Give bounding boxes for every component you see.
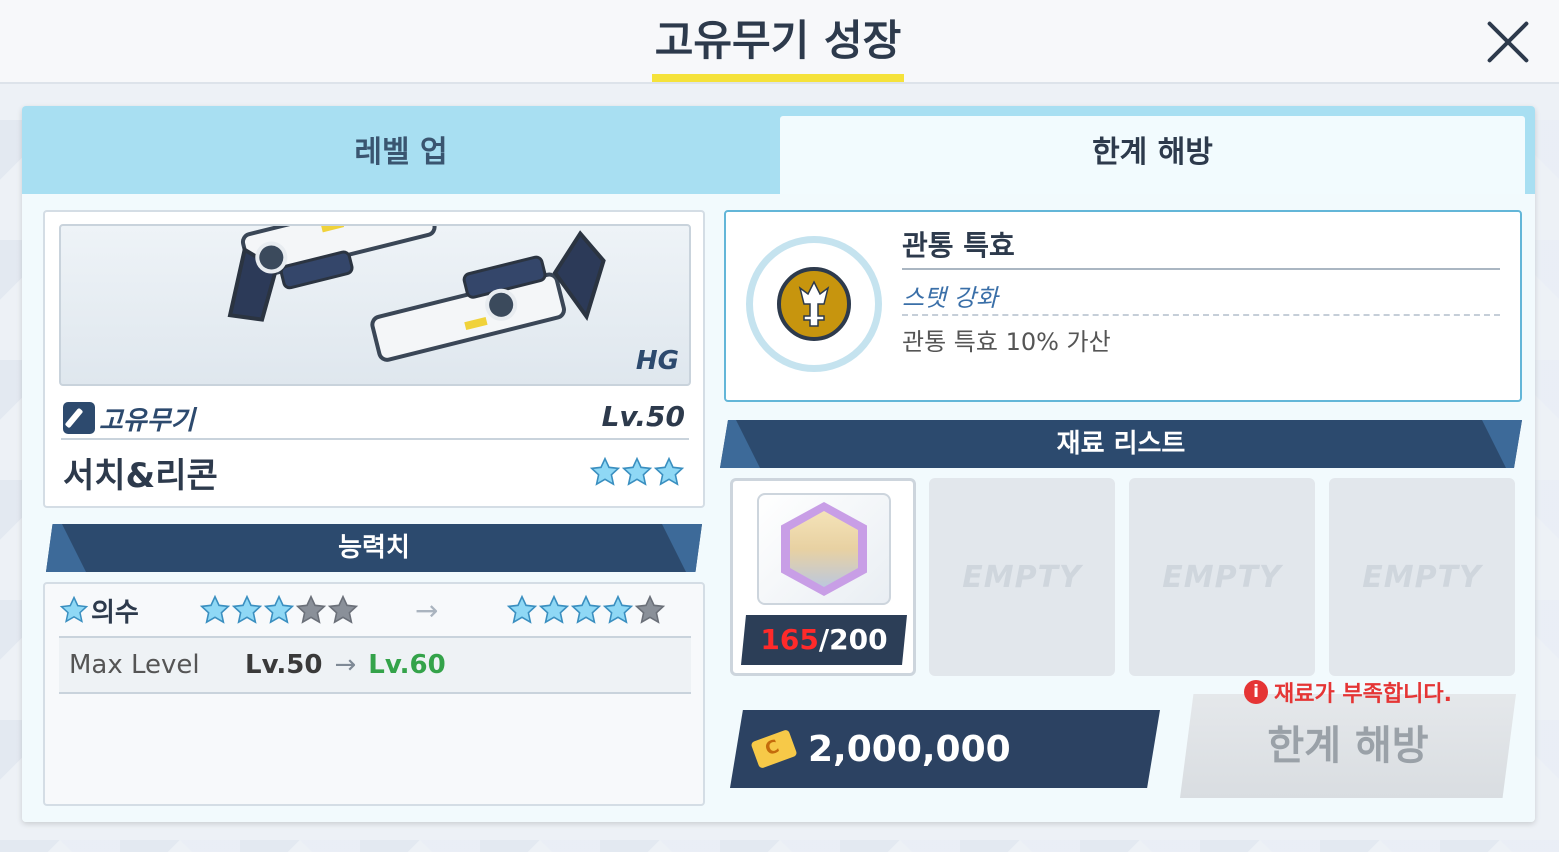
grade-label-text: 의수 [91,597,139,628]
material-need: /200 [818,623,888,656]
weapon-type-label: 고유무기 [99,405,195,436]
limit-break-button[interactable]: 한계 해방 [1180,694,1516,798]
grade-from-stars [199,594,359,626]
weapon-type-icon [63,402,95,434]
tab-level-up[interactable]: 레벨 업 [22,106,780,194]
empty-label: EMPTY [1362,559,1482,595]
character-token-image [757,493,891,605]
close-icon[interactable] [1484,18,1532,66]
sword-icon [777,267,851,341]
tab-content: HG 고유무기 Lv.50 서치&리콘 능력치 의수 → Max Level L… [22,194,1535,822]
materials-banner: 재료 리스트 [720,420,1522,468]
weapon-name: 서치&리콘 [63,456,218,496]
info-icon: i [1244,680,1268,704]
max-level-row: Max Level Lv.50 → Lv.60 [59,638,691,694]
star-filled-icon [589,456,621,486]
weapon-card: HG 고유무기 Lv.50 서치&리콘 [43,210,705,508]
star-filled-icon [621,456,653,486]
weapon-level: Lv.50 [601,400,685,433]
grade-to-stars [506,594,666,626]
tab-limit-break[interactable]: 한계 해방 [780,116,1525,194]
divider [61,438,689,440]
tab-bar: 레벨 업 한계 해방 [22,106,1535,194]
effect-description: 관통 특효 10% 가산 [902,328,1111,356]
materials-header: 재료 리스트 [1056,429,1186,459]
material-count: 165/200 [741,615,907,665]
warning-text: 재료가 부족합니다. [1274,682,1452,707]
divider [902,268,1500,270]
star-filled-icon [603,594,634,624]
material-have: 165 [760,623,819,656]
star-filled-icon [263,594,295,624]
star-filled-icon [231,594,263,624]
header-bar: 고유무기 성장 [0,0,1559,84]
weapon-class-label: HG [635,346,679,376]
star-empty-icon [295,594,327,624]
warning-message: i 재료가 부족합니다. [1244,676,1452,708]
star-filled-icon [653,456,685,486]
max-level-label: Max Level [69,650,200,680]
divider [902,314,1500,316]
star-filled-icon [539,594,570,624]
effect-subtitle: 스탯 강화 [902,284,998,312]
material-slot-empty: EMPTY [1129,478,1315,676]
star-filled-icon [199,594,231,624]
star-empty-icon [327,594,359,624]
empty-label: EMPTY [1162,559,1282,595]
effect-card: 관통 특효 스탯 강화 관통 특효 10% 가산 [724,210,1522,402]
credit-card-icon [750,729,798,769]
weapon-star-rating [589,456,685,488]
max-level-from: Lv.50 [245,650,323,680]
effect-icon-ring [746,236,882,372]
weapon-type: 고유무기 [63,400,195,436]
arrow-right-icon: → [415,593,439,627]
weapon-image: HG [59,224,691,386]
dual-pistols-image [227,226,606,362]
star-filled-icon [571,594,602,624]
grade-label: 의수 [59,592,199,629]
effect-title: 관통 특효 [902,229,1015,262]
arrow-right-icon: → [334,650,357,680]
stats-banner: 능력치 [46,524,702,572]
star-empty-icon [635,594,666,624]
stats-header: 능력치 [338,533,410,563]
material-slot-1[interactable]: 165/200 [730,478,916,676]
stats-box: 의수 → Max Level Lv.50 → Lv.60 [43,582,705,806]
cost-box: 2,000,000 [730,710,1160,788]
growth-panel: 레벨 업 한계 해방 HG 고유무기 Lv.50 서치&리콘 능력치 의수 → … [22,106,1535,822]
empty-label: EMPTY [962,559,1082,595]
max-level-to: Lv.60 [368,650,446,680]
star-filled-icon [507,594,538,624]
star-icon [59,595,89,623]
material-slot-empty: EMPTY [929,478,1115,676]
grade-row: 의수 → [59,584,691,638]
page-title: 고유무기 성장 [652,12,904,82]
material-slot-empty: EMPTY [1329,478,1515,676]
cost-value: 2,000,000 [808,728,1011,770]
